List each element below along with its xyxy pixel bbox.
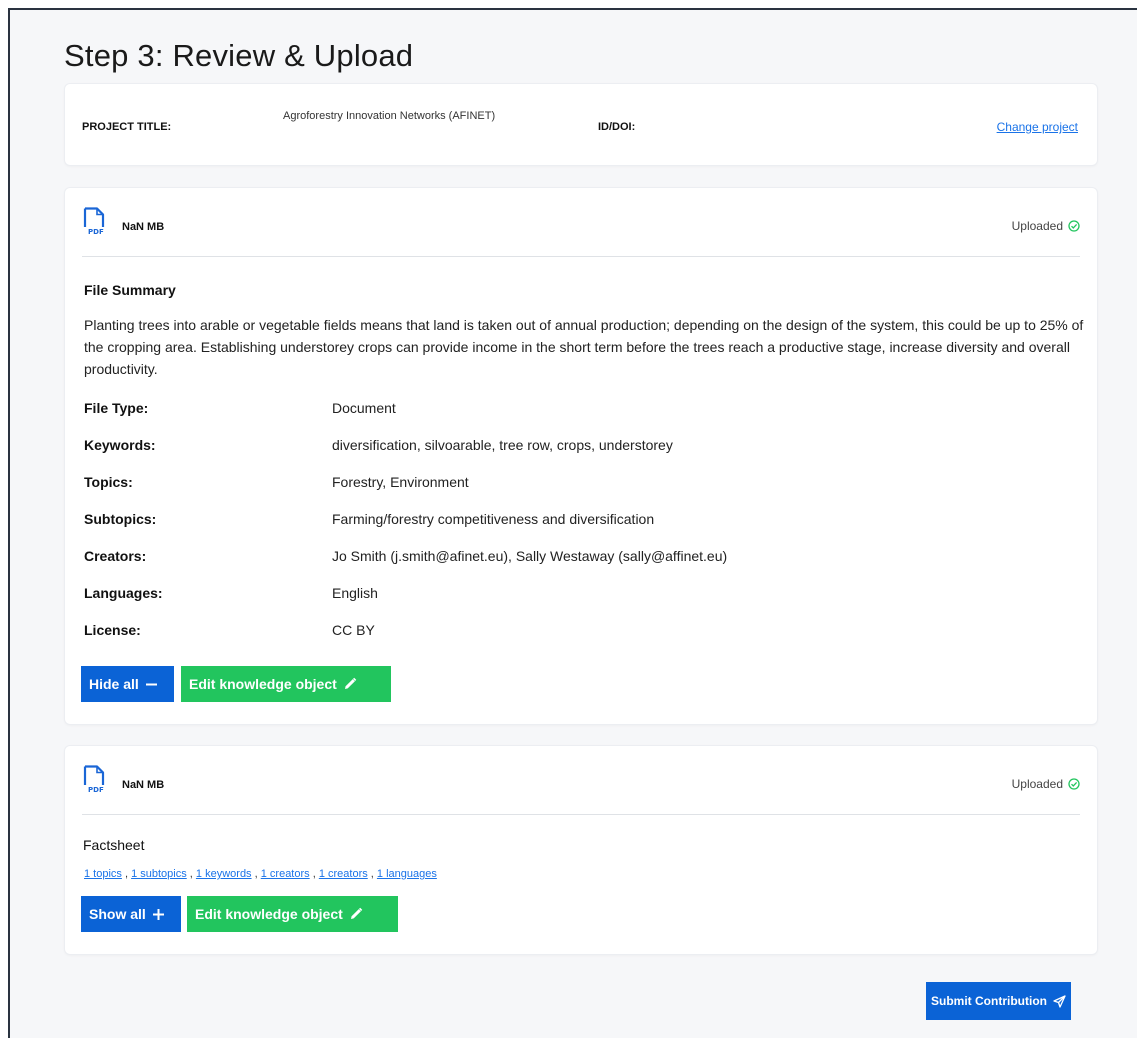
page-title: Step 3: Review & Upload <box>64 38 414 73</box>
metadata-row-languages: Languages: English <box>84 585 984 622</box>
metadata-row-subtopics: Subtopics: Farming/forestry competitiven… <box>84 511 984 548</box>
metadata-row-license: License: CC BY <box>84 622 984 659</box>
chip-subtopics[interactable]: 1 subtopics <box>131 868 187 880</box>
metadata-value: English <box>332 585 378 601</box>
check-circle-icon <box>1068 220 1080 232</box>
chip-separator: , <box>251 868 261 880</box>
chip-creators-2[interactable]: 1 creators <box>319 868 368 880</box>
project-title-label: PROJECT TITLE: <box>82 121 172 133</box>
edit-knowledge-object-button[interactable]: Edit knowledge object <box>181 666 391 702</box>
project-id-label: ID/DOI: <box>598 121 636 133</box>
pencil-icon <box>350 907 363 919</box>
show-all-label: Show all <box>89 906 146 922</box>
chip-separator: , <box>186 868 196 880</box>
metadata-value: diversification, silvoarable, tree row, … <box>332 437 673 453</box>
file-header: PDF NaN MB Uploaded <box>82 204 1080 257</box>
file-header: PDF NaN MB Uploaded <box>82 762 1080 815</box>
upload-status: Uploaded <box>1012 777 1080 791</box>
plus-icon <box>152 908 164 920</box>
metadata-value: Jo Smith (j.smith@afinet.eu), Sally West… <box>332 548 728 564</box>
file-size: NaN MB <box>122 221 165 233</box>
upload-status-label: Uploaded <box>1011 219 1063 233</box>
project-card: PROJECT TITLE: Agroforestry Innovation N… <box>64 83 1098 166</box>
chip-languages[interactable]: 1 languages <box>377 868 437 880</box>
file-card-2: PDF NaN MB Uploaded Factsheet 1 topics ,… <box>64 745 1098 955</box>
metadata-key: Languages: <box>84 585 163 601</box>
edit-knowledge-object-label: Edit knowledge object <box>195 906 343 922</box>
upload-status: Uploaded <box>1012 219 1080 233</box>
metadata-key: Keywords: <box>84 437 156 453</box>
metadata-value: CC BY <box>332 622 375 638</box>
file-size: NaN MB <box>122 779 165 791</box>
project-title-value: Agroforestry Innovation Networks (AFINET… <box>283 110 496 122</box>
pdf-icon: PDF <box>83 765 105 793</box>
metadata-value: Farming/forestry competitiveness and div… <box>332 511 655 527</box>
svg-text:PDF: PDF <box>88 228 104 235</box>
metadata-row-keywords: Keywords: diversification, silvoarable, … <box>84 437 984 474</box>
chip-keywords[interactable]: 1 keywords <box>196 868 252 880</box>
edit-knowledge-object-label: Edit knowledge object <box>189 676 337 692</box>
metadata-chips: 1 topics , 1 subtopics , 1 keywords , 1 … <box>84 868 437 880</box>
metadata-key: License: <box>84 622 141 638</box>
chip-separator: , <box>309 868 319 880</box>
metadata-key: Creators: <box>84 548 147 564</box>
chip-separator: , <box>367 868 377 880</box>
file-summary-text: Planting trees into arable or vegetable … <box>84 317 1084 377</box>
edit-knowledge-object-button[interactable]: Edit knowledge object <box>187 896 398 932</box>
pdf-icon: PDF <box>83 207 105 235</box>
metadata-row-file-type: File Type: Document <box>84 400 984 437</box>
file-title: Factsheet <box>83 837 145 853</box>
metadata-list: File Type: Document Keywords: diversific… <box>84 400 984 659</box>
check-circle-icon <box>1068 778 1080 790</box>
metadata-value: Document <box>332 400 396 416</box>
metadata-key: Subtopics: <box>84 511 157 527</box>
svg-text:PDF: PDF <box>88 786 104 793</box>
show-all-button[interactable]: Show all <box>81 896 181 932</box>
file-card-1: PDF NaN MB Uploaded File Summary Plantin… <box>64 187 1098 725</box>
submit-contribution-label: Submit Contribution <box>931 994 1047 1008</box>
send-icon <box>1053 994 1066 1008</box>
chip-topics[interactable]: 1 topics <box>84 868 122 880</box>
minus-icon <box>145 683 157 685</box>
pencil-icon <box>344 677 357 689</box>
metadata-key: File Type: <box>84 400 149 416</box>
chip-separator: , <box>121 868 132 880</box>
submit-contribution-button[interactable]: Submit Contribution <box>926 982 1071 1020</box>
metadata-value: Forestry, Environment <box>332 474 469 490</box>
hide-all-label: Hide all <box>89 676 139 692</box>
change-project-link[interactable]: Change project <box>997 120 1078 134</box>
hide-all-button[interactable]: Hide all <box>81 666 174 702</box>
upload-status-label: Uploaded <box>1011 777 1063 791</box>
chip-creators[interactable]: 1 creators <box>261 868 310 880</box>
metadata-row-topics: Topics: Forestry, Environment <box>84 474 984 511</box>
metadata-key: Topics: <box>84 474 133 490</box>
metadata-row-creators: Creators: Jo Smith (j.smith@afinet.eu), … <box>84 548 984 585</box>
file-summary-heading: File Summary <box>84 282 176 298</box>
